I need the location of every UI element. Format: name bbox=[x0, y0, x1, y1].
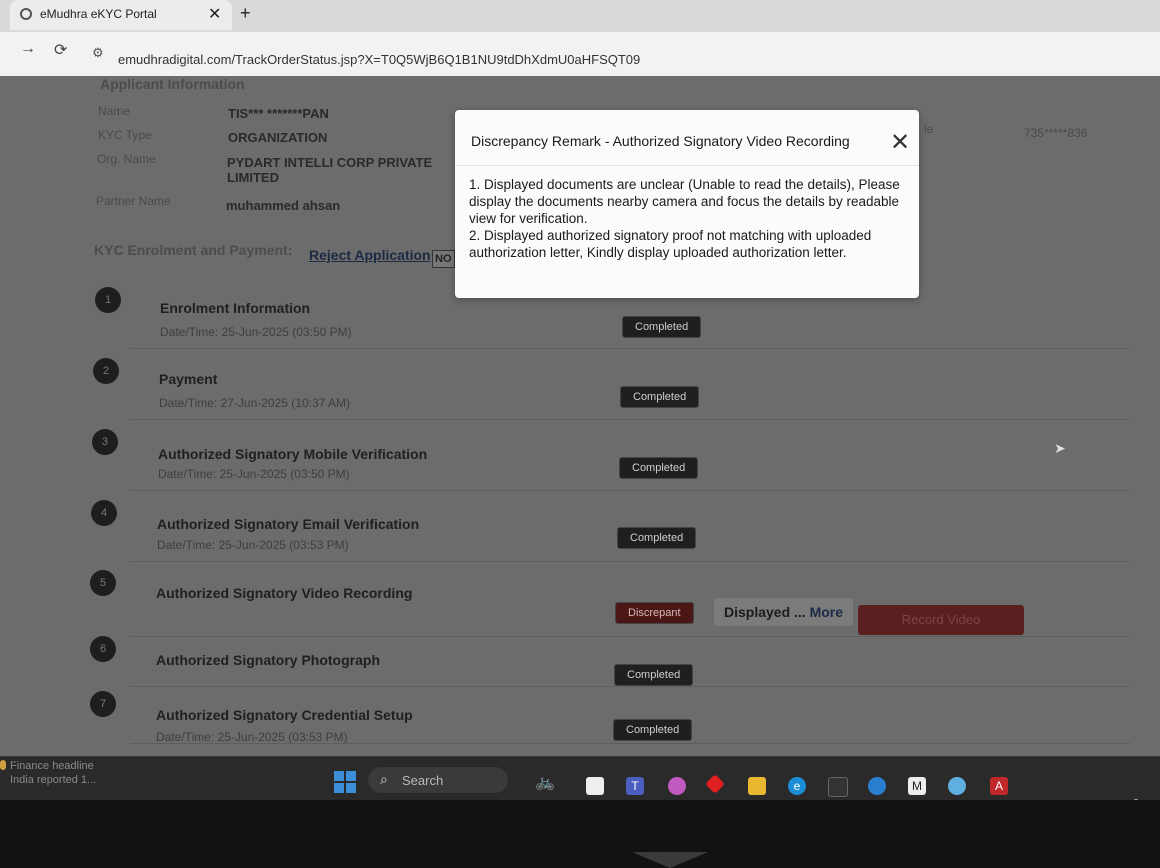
news-icon bbox=[0, 760, 6, 770]
taskbar-search[interactable]: ⌕ Search bbox=[368, 767, 508, 793]
copilot-icon[interactable] bbox=[668, 777, 686, 795]
name-label: Name bbox=[98, 104, 131, 118]
step-number: 3 bbox=[92, 429, 118, 455]
step-number: 2 bbox=[93, 358, 119, 384]
step-number: 1 bbox=[95, 287, 121, 313]
search-icon: ⌕ bbox=[380, 771, 388, 787]
system-tray-chevron-icon[interactable]: ︿ bbox=[1130, 789, 1142, 800]
new-tab-icon[interactable]: + bbox=[240, 3, 251, 24]
kyc-type-label: KYC Type bbox=[98, 128, 152, 142]
shield-app-icon[interactable]: M bbox=[908, 777, 926, 795]
mobile-value-partial: 735*****836 bbox=[1024, 126, 1088, 140]
monitor-logo-icon bbox=[632, 852, 708, 868]
partial-button[interactable]: NO bbox=[432, 250, 455, 268]
step-number: 7 bbox=[90, 691, 116, 717]
teams-icon[interactable]: T bbox=[626, 777, 644, 795]
site-settings-icon[interactable]: ⚙ bbox=[92, 45, 104, 61]
step-number: 4 bbox=[91, 500, 117, 526]
app-blue-icon[interactable] bbox=[868, 777, 886, 795]
monitor-bezel bbox=[0, 800, 1160, 868]
windows-start-icon[interactable] bbox=[334, 771, 356, 793]
tab-title: eMudhra eKYC Portal bbox=[40, 7, 157, 21]
applicant-heading: Applicant Information bbox=[100, 76, 245, 92]
enrolment-title: KYC Enrolment and Payment: bbox=[94, 242, 293, 258]
name-value: TIS*** *******PAN bbox=[228, 106, 329, 121]
kyc-type-value: ORGANIZATION bbox=[228, 130, 328, 145]
news-subtitle: India reported 1... bbox=[10, 774, 97, 786]
step-row-divider bbox=[130, 430, 1130, 491]
browser-tab-bar: eMudhra eKYC Portal ✕ + bbox=[0, 0, 1160, 32]
reject-application-link[interactable]: Reject Application bbox=[309, 247, 431, 263]
step-row-divider bbox=[130, 626, 1130, 687]
mouse-cursor-icon: ➤ bbox=[1054, 440, 1066, 456]
modal-body: 1. Displayed documents are unclear (Unab… bbox=[469, 176, 909, 261]
search-label: Search bbox=[402, 773, 444, 788]
discrepancy-remark-modal: Discrepancy Remark - Authorized Signator… bbox=[455, 110, 919, 298]
favicon-icon bbox=[20, 8, 32, 20]
acrobat-icon[interactable]: A bbox=[990, 777, 1008, 795]
file-explorer-icon[interactable] bbox=[748, 777, 766, 795]
browser-tab[interactable]: eMudhra eKYC Portal ✕ bbox=[10, 0, 232, 30]
step-row-divider bbox=[130, 359, 1130, 420]
task-view-icon[interactable] bbox=[586, 777, 604, 795]
step-row-divider bbox=[130, 501, 1130, 562]
reload-icon[interactable]: ⟳ bbox=[54, 40, 67, 60]
news-title: Finance headline bbox=[10, 760, 94, 772]
bicycle-icon: 🚲 bbox=[535, 774, 555, 791]
windows-taskbar: Finance headline India reported 1... ⌕ S… bbox=[0, 756, 1160, 800]
url-field[interactable]: emudhradigital.com/TrackOrderStatus.jsp?… bbox=[118, 52, 640, 67]
mobile-label-partial: le bbox=[924, 122, 934, 136]
remark-line-1: 1. Displayed documents are unclear (Unab… bbox=[469, 177, 900, 226]
store-icon[interactable] bbox=[828, 777, 848, 797]
close-tab-icon[interactable]: ✕ bbox=[208, 4, 221, 24]
partner-name-label: Partner Name bbox=[96, 194, 171, 208]
org-name-label: Org. Name bbox=[97, 152, 156, 166]
step-number: 5 bbox=[90, 570, 116, 596]
edge-icon[interactable]: e bbox=[788, 777, 806, 795]
modal-header: Discrepancy Remark - Authorized Signator… bbox=[455, 110, 919, 166]
address-bar: → ⟳ ⚙ emudhradigital.com/TrackOrderStatu… bbox=[0, 32, 1160, 77]
close-icon[interactable]: ✕ bbox=[890, 128, 910, 157]
remark-line-2: 2. Displayed authorized signatory proof … bbox=[469, 228, 872, 260]
step-number: 6 bbox=[90, 636, 116, 662]
app-diamond-icon[interactable] bbox=[705, 774, 725, 794]
news-widget[interactable]: Finance headline India reported 1... bbox=[0, 759, 97, 787]
modal-title: Discrepancy Remark - Authorized Signator… bbox=[471, 133, 850, 149]
screen: eMudhra eKYC Portal ✕ + → ⟳ ⚙ emudhradig… bbox=[0, 0, 1160, 800]
chrome-icon[interactable] bbox=[948, 777, 966, 795]
step-row-divider bbox=[130, 683, 1130, 744]
partner-name-value: muhammed ahsan bbox=[226, 198, 341, 213]
forward-icon[interactable]: → bbox=[20, 40, 36, 58]
org-name-value: PYDART INTELLI CORP PRIVATE LIMITED bbox=[227, 155, 433, 185]
